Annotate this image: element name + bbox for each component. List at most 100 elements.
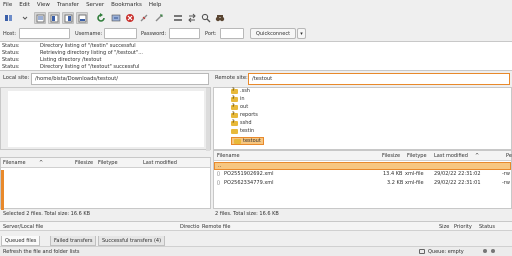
local-status: Selected 2 files. Total size: 16.6 KB xyxy=(3,211,91,217)
username-label: Username: xyxy=(75,31,103,37)
tree-item[interactable]: out xyxy=(231,104,248,110)
col-filename[interactable]: Filename xyxy=(217,153,240,159)
menu-file[interactable]: File xyxy=(3,2,12,8)
menu-view[interactable]: View xyxy=(37,2,50,8)
table-row[interactable]: ▯ PO2562334779.xml 3.2 KB xml-file 29/02… xyxy=(214,179,511,188)
password-input[interactable] xyxy=(169,28,200,39)
sort-icon: ^ xyxy=(475,153,480,159)
local-list-header: Filename ^ Filesize Filetype Last modifi… xyxy=(1,158,210,168)
folder-unknown-icon xyxy=(231,88,238,94)
col-filesize[interactable]: Filesize xyxy=(382,153,400,159)
log-line: Status: Retrieving directory listing of "… xyxy=(2,50,143,56)
tree-item[interactable]: in xyxy=(231,96,245,102)
toggle-queue-icon[interactable] xyxy=(76,12,88,24)
toggle-remote-tree-icon[interactable] xyxy=(62,12,74,24)
sort-icon: ^ xyxy=(39,160,44,166)
col-filesize[interactable]: Filesize xyxy=(75,160,93,166)
remote-tree[interactable]: .ssh in out reports sshd testin testout xyxy=(213,87,512,150)
local-path-input[interactable]: /home/bista/Downloads/testout/ xyxy=(31,73,209,85)
file-icon: ▯ xyxy=(217,180,220,186)
menu-transfer[interactable]: Transfer xyxy=(57,2,79,8)
file-perm: -rw xyxy=(502,180,510,186)
menu-help[interactable]: Help xyxy=(149,2,162,8)
folder-unknown-icon xyxy=(231,112,238,118)
refresh-icon[interactable] xyxy=(95,12,107,24)
remote-file-list[interactable]: Filename Filesize Filetype Last modified… xyxy=(213,150,512,209)
status-light-icon xyxy=(483,249,487,253)
col-server-local-file[interactable]: Server/Local file xyxy=(3,224,43,230)
remote-site-label: Remote site: xyxy=(215,75,248,81)
folder-icon xyxy=(231,128,238,134)
col-direction[interactable]: Directio xyxy=(180,224,199,230)
local-tree[interactable] xyxy=(0,87,211,151)
password-label: Password: xyxy=(141,31,167,37)
process-queue-icon[interactable] xyxy=(110,12,122,24)
local-tree-scrollbar[interactable] xyxy=(206,88,210,151)
col-remote-file[interactable]: Remote file xyxy=(202,224,231,230)
log-line: Status: Directory listing of "/testin" su… xyxy=(2,43,136,49)
remote-status: 2 files. Total size: 16.6 KB xyxy=(215,211,279,217)
status-light-icon xyxy=(491,249,495,253)
lock-icon xyxy=(419,249,425,254)
local-tree-content xyxy=(8,91,204,147)
menu-server[interactable]: Server xyxy=(86,2,104,8)
log-line: Status: Listing directory /testout xyxy=(2,57,102,63)
remote-site-bar: Remote site: /testout xyxy=(213,72,512,86)
col-size[interactable]: Size xyxy=(439,224,449,230)
tree-item[interactable]: testin xyxy=(231,128,254,134)
file-modified: 29/02/22 22:31:02 xyxy=(434,171,481,177)
parent-dir-label: .. xyxy=(218,163,222,169)
reconnect-icon[interactable] xyxy=(153,12,165,24)
cancel-icon[interactable] xyxy=(124,12,136,24)
col-filename[interactable]: Filename xyxy=(3,160,26,166)
status-hint: Refresh the file and folder lists xyxy=(3,249,80,255)
port-input[interactable] xyxy=(220,28,244,39)
toggle-local-tree-icon[interactable] xyxy=(48,12,60,24)
col-priority[interactable]: Priority xyxy=(454,224,472,230)
folder-unknown-icon xyxy=(231,104,238,110)
tab-failed-transfers[interactable]: Failed transfers xyxy=(50,236,97,246)
col-permissions[interactable]: Pe xyxy=(506,153,512,159)
folder-unknown-icon xyxy=(231,96,238,102)
find-icon[interactable] xyxy=(214,12,226,24)
tree-item[interactable]: .ssh xyxy=(231,88,250,94)
host-input[interactable] xyxy=(19,28,70,39)
parent-row[interactable]: .. xyxy=(214,162,511,170)
file-name: PO2562334779.xml xyxy=(224,180,274,186)
tab-successful-transfers[interactable]: Successful transfers (4) xyxy=(98,236,166,246)
tree-item[interactable]: reports xyxy=(231,112,258,118)
col-filetype[interactable]: Filetype xyxy=(98,160,118,166)
message-log[interactable]: Status: Directory listing of "/testin" su… xyxy=(0,41,512,71)
dropdown-arrow-icon[interactable] xyxy=(19,12,31,24)
col-filetype[interactable]: Filetype xyxy=(407,153,427,159)
tree-item-selected[interactable]: testout xyxy=(231,137,264,145)
remote-list-header: Filename Filesize Filetype Last modified… xyxy=(214,151,512,161)
tree-item[interactable]: sshd xyxy=(231,120,252,126)
quickconnect-bar: Host: Username: Password: Port: Quickcon… xyxy=(0,26,512,41)
username-input[interactable] xyxy=(104,28,137,39)
menu-bookmarks[interactable]: Bookmarks xyxy=(111,2,142,8)
quickconnect-dropdown-icon[interactable]: ▾ xyxy=(297,28,306,39)
quickconnect-button[interactable]: Quickconnect xyxy=(250,28,296,39)
table-row[interactable]: ▯ PO2551902692.xml 13.4 KB xml-file 29/0… xyxy=(214,170,511,179)
file-size: 3.2 KB xyxy=(387,180,404,186)
log-line: Status: Directory listing of "/testout" s… xyxy=(2,64,140,70)
col-last-modified[interactable]: Last modified xyxy=(434,153,468,159)
search-icon[interactable] xyxy=(200,12,212,24)
sync-browse-icon[interactable] xyxy=(186,12,198,24)
menu-edit[interactable]: Edit xyxy=(19,2,30,8)
disconnect-icon[interactable] xyxy=(138,12,150,24)
site-manager-icon[interactable] xyxy=(3,12,15,24)
toggle-log-icon[interactable] xyxy=(34,12,46,24)
col-status[interactable]: Status xyxy=(479,224,495,230)
file-type: xml-file xyxy=(405,171,424,177)
queue-header: Server/Local file Directio Remote file S… xyxy=(0,221,512,231)
remote-path-input[interactable]: /testout xyxy=(248,73,510,85)
file-type: xml-file xyxy=(405,180,424,186)
file-name: PO2551902692.xml xyxy=(224,171,274,177)
tab-queued-files[interactable]: Queued files xyxy=(1,236,41,246)
directory-compare-icon[interactable] xyxy=(172,12,184,24)
col-last-modified[interactable]: Last modified xyxy=(143,160,177,166)
local-file-list[interactable]: Filename ^ Filesize Filetype Last modifi… xyxy=(0,157,211,210)
local-site-bar: Local site: /home/bista/Downloads/testou… xyxy=(0,72,211,86)
